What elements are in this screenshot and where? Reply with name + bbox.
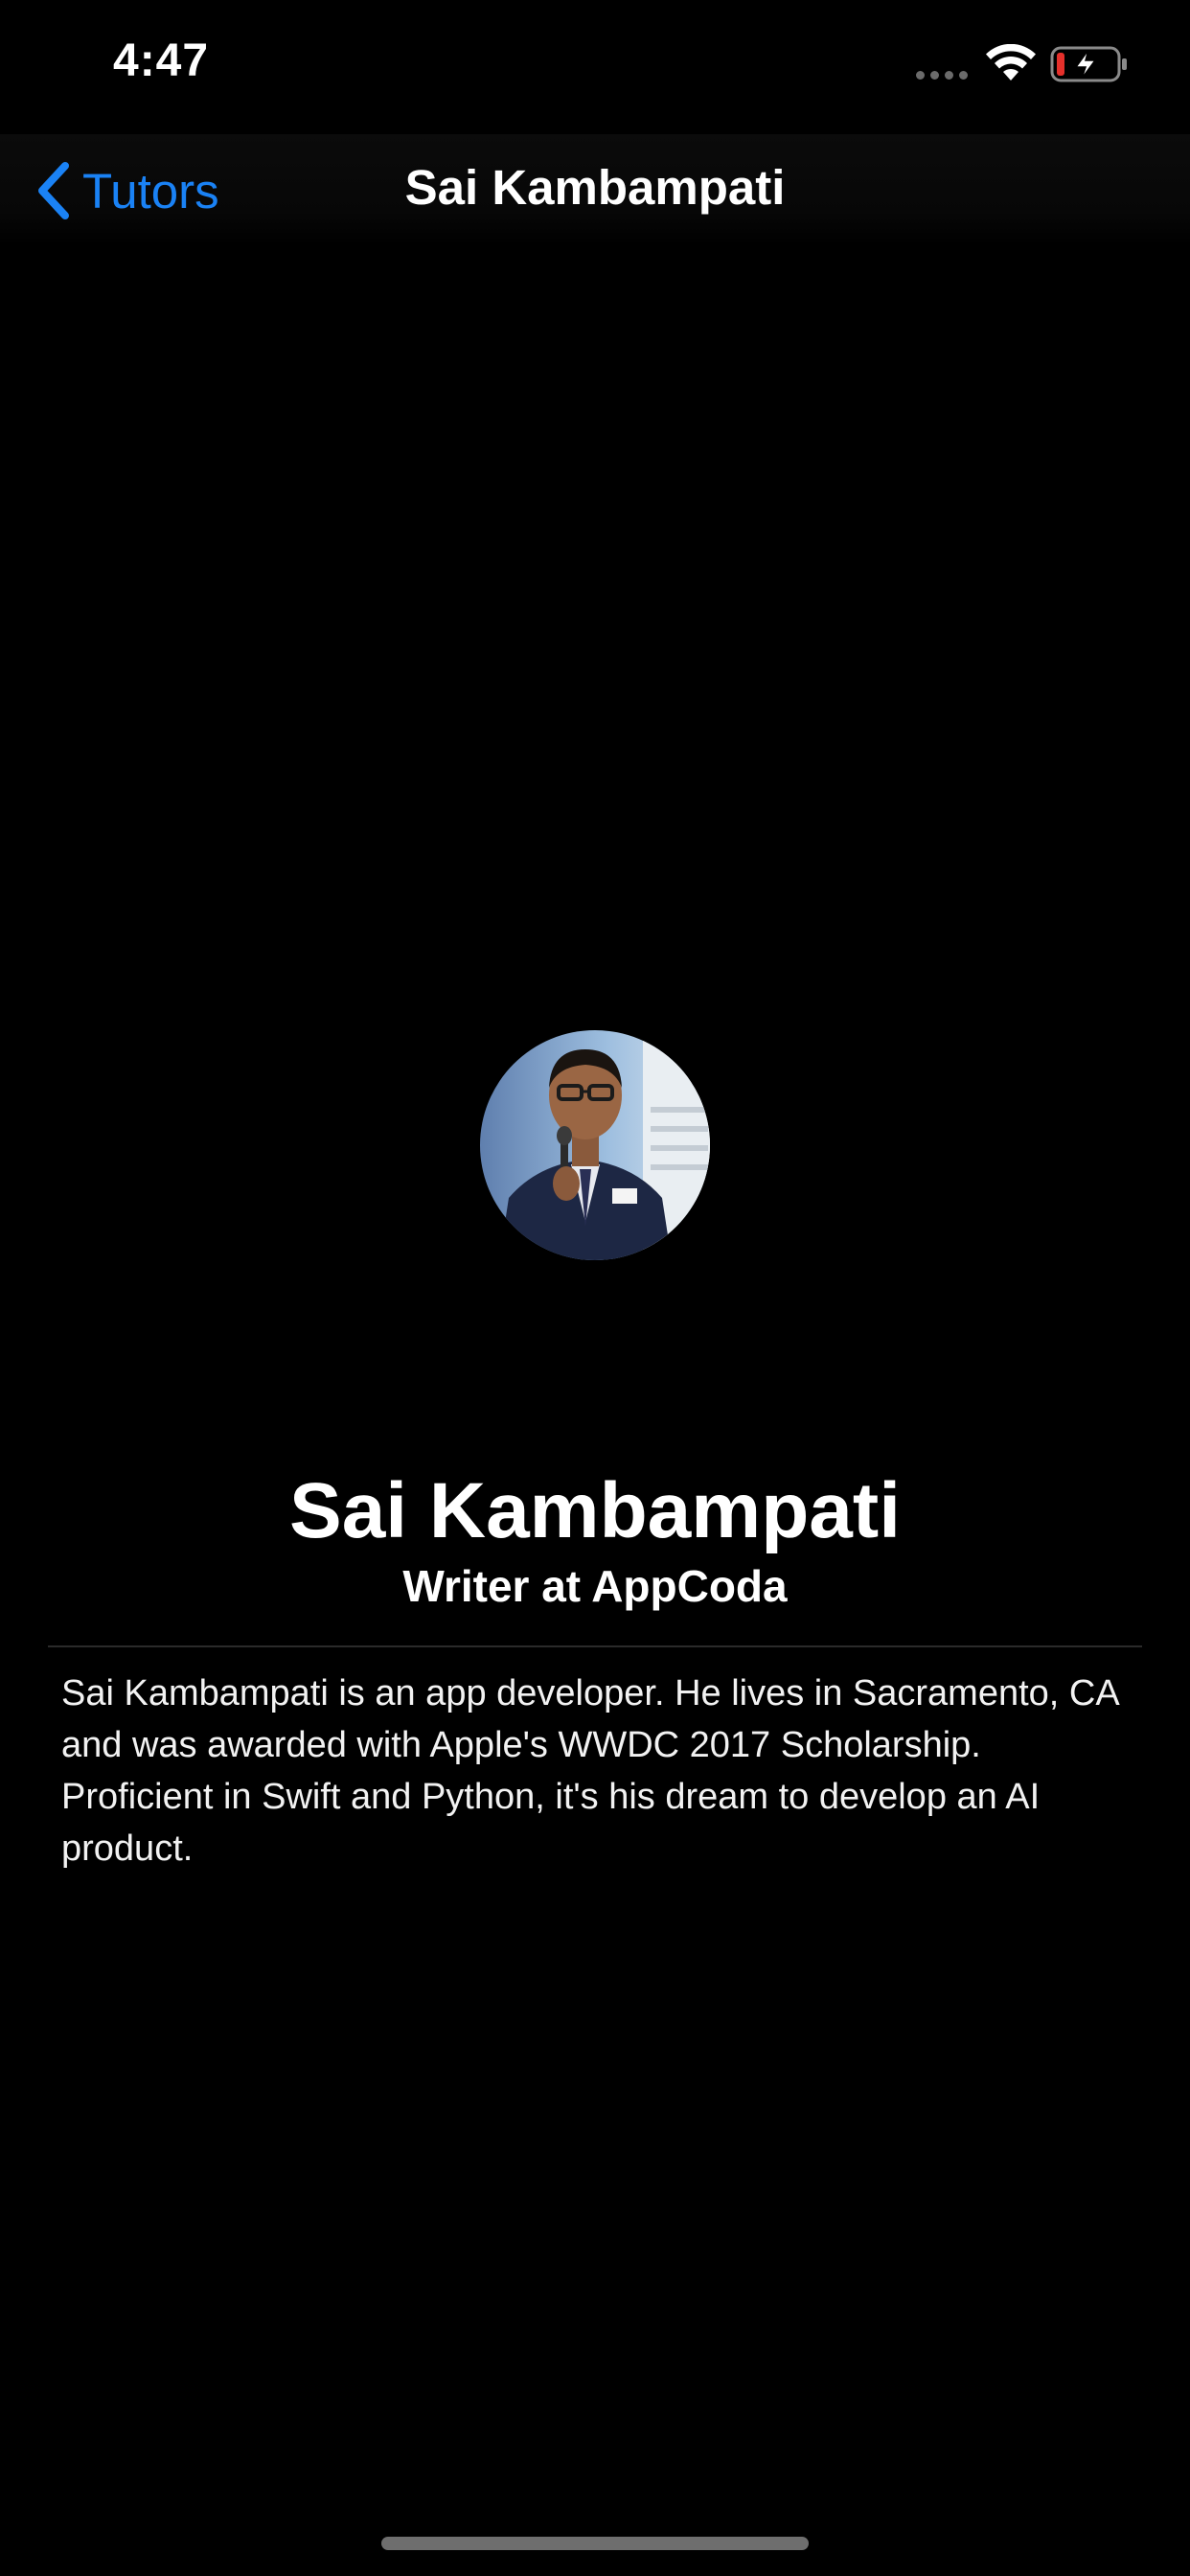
divider (48, 1645, 1142, 1647)
avatar (480, 1030, 710, 1260)
avatar-photo (480, 1030, 710, 1260)
battery-charging-icon (1050, 46, 1127, 82)
profile-name: Sai Kambampati (289, 1467, 901, 1554)
navigation-bar: Tutors Sai Kambampati (0, 134, 1190, 245)
wifi-icon (986, 44, 1036, 80)
profile-headline: Writer at AppCoda (402, 1561, 788, 1611)
status-bar: 4:47 (0, 0, 1190, 126)
profile-bio: Sai Kambampati is an app developer. He l… (61, 1673, 1118, 1869)
cellular-signal-icon (916, 71, 968, 80)
status-time: 4:47 (113, 35, 210, 86)
nav-title: Sai Kambampati (404, 160, 786, 215)
home-indicator[interactable] (381, 2537, 809, 2550)
